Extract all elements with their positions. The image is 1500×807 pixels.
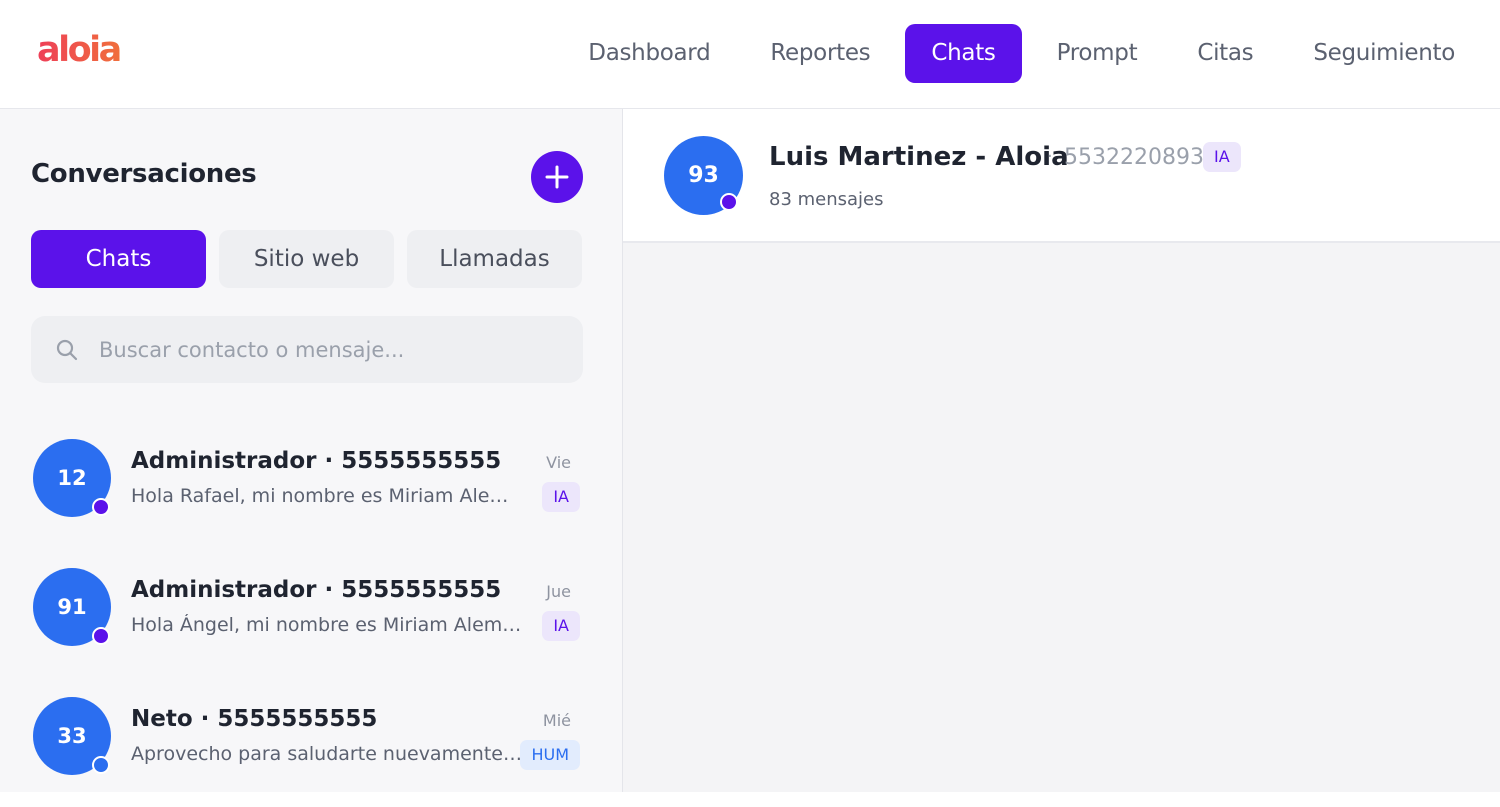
nav-dashboard[interactable]: Dashboard	[563, 24, 735, 83]
nav-citas[interactable]: Citas	[1172, 24, 1278, 83]
tab-sitio-web[interactable]: Sitio web	[219, 230, 394, 288]
conversation-item[interactable]: 12 Administrador · 5555555555 Hola Rafae…	[0, 439, 623, 549]
chat-header: 93 Luis Martinez - Aloia · 5532220893 IA…	[623, 109, 1500, 243]
conversation-item[interactable]: 91 Administrador · 5555555555 Hola Ángel…	[0, 568, 623, 678]
conversation-name: Neto · 5555555555	[131, 706, 378, 732]
conversation-time: Mié	[542, 711, 571, 730]
chat-messages-area	[623, 243, 1500, 792]
nav-reportes[interactable]: Reportes	[745, 24, 895, 83]
conversations-sidebar: Conversaciones Chats Sitio web Llamadas …	[0, 109, 623, 792]
conversation-preview: Aprovecho para saludarte nuevamente, esp…	[131, 743, 523, 765]
top-bar: aloia Dashboard Reportes Chats Prompt Ci…	[0, 0, 1500, 109]
conversation-time: Jue	[546, 582, 571, 601]
nav-prompt[interactable]: Prompt	[1032, 24, 1163, 83]
plus-icon	[545, 165, 569, 189]
search-icon	[56, 339, 78, 360]
conversation-preview: Hola Rafael, mi nombre es Miriam Aleman,…	[131, 485, 523, 507]
status-badge: HUM	[520, 740, 580, 770]
conversation-preview: Hola Ángel, mi nombre es Miriam Aleman, …	[131, 614, 523, 636]
message-count: 83 mensajes	[769, 189, 884, 210]
search-box	[31, 316, 583, 383]
aloia-logo[interactable]: aloia	[37, 30, 122, 70]
status-badge: IA	[1203, 142, 1241, 172]
status-badge: IA	[542, 482, 580, 512]
chat-phone: 5532220893	[1064, 145, 1204, 170]
status-dot	[92, 498, 110, 516]
status-dot	[720, 193, 738, 211]
status-badge: IA	[542, 611, 580, 641]
status-dot	[92, 756, 110, 774]
nav-chats[interactable]: Chats	[905, 23, 1022, 83]
tab-llamadas[interactable]: Llamadas	[407, 230, 582, 288]
conversation-item[interactable]: 33 Neto · 5555555555 Aprovecho para salu…	[0, 697, 623, 807]
new-conversation-button[interactable]	[531, 151, 583, 203]
conversation-tabs: Chats Sitio web Llamadas	[31, 230, 582, 288]
conversation-name: Administrador · 5555555555	[131, 577, 502, 603]
conversation-name: Administrador · 5555555555	[131, 448, 502, 474]
sidebar-title: Conversaciones	[31, 159, 257, 189]
separator: ·	[1047, 146, 1053, 167]
conversation-time: Vie	[546, 453, 571, 472]
search-input[interactable]	[97, 336, 541, 363]
main-nav: Dashboard Reportes Chats Prompt Citas Se…	[553, 23, 1480, 83]
nav-seguimiento[interactable]: Seguimiento	[1288, 24, 1480, 83]
status-dot	[92, 627, 110, 645]
chat-contact-name: Luis Martinez - Aloia	[769, 142, 1069, 172]
tab-chats[interactable]: Chats	[31, 230, 206, 288]
